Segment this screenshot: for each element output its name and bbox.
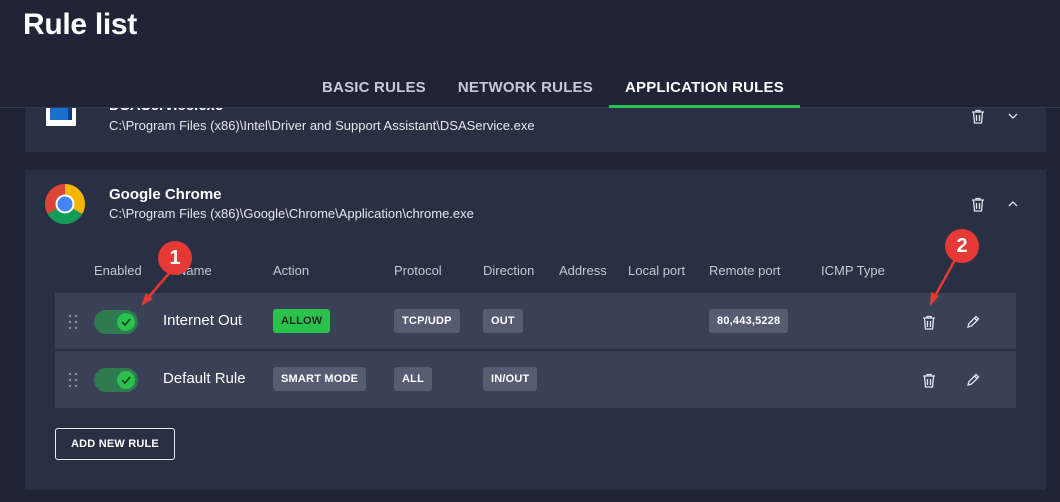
chevron-down-icon[interactable] [1003,106,1023,126]
drag-handle-icon[interactable] [67,372,79,388]
direction-badge[interactable]: OUT [483,309,523,333]
protocol-badge[interactable]: ALL [394,367,432,391]
app-path: C:\Program Files (x86)\Intel\Driver and … [109,118,535,133]
pencil-icon[interactable] [963,370,983,390]
check-icon [117,371,135,389]
column-header-remote-port: Remote port [709,263,781,278]
column-header-local-port: Local port [628,263,686,278]
trash-icon[interactable] [919,312,939,332]
trash-icon[interactable] [919,370,939,390]
app-card-chrome: Google Chrome C:\Program Files (x86)\Goo… [25,170,1046,490]
column-header-icmp-type: ICMP Type [821,263,885,278]
page-title: Rule list [23,8,137,41]
drag-handle-icon[interactable] [67,314,79,330]
annotation-marker-2: 2 [945,229,979,263]
chrome-icon [44,183,86,225]
direction-badge[interactable]: IN/OUT [483,367,538,391]
column-header-enabled: Enabled [94,263,142,278]
rule-row: Internet Out ALLOW TCP/UDP OUT 80,443,52… [55,293,1016,350]
column-header-protocol: Protocol [394,263,442,278]
column-header-action: Action [273,263,310,278]
trash-icon[interactable] [968,194,988,214]
action-badge[interactable]: SMART MODE [273,367,367,391]
app-name: Google Chrome [109,186,222,203]
tab-network-rules[interactable]: NETWORK RULES [442,78,609,108]
pencil-icon[interactable] [963,312,983,332]
add-new-rule-button[interactable]: ADD NEW RULE [55,428,175,460]
rule-row: Default Rule SMART MODE ALL IN/OUT [55,351,1016,408]
rule-name: Internet Out [163,312,243,329]
annotation-marker-1: 1 [158,241,192,275]
enabled-toggle[interactable] [94,310,138,334]
remote-port-badge[interactable]: 80,443,5228 [709,309,789,333]
rule-name: Default Rule [163,370,246,387]
check-icon [117,313,135,331]
trash-icon[interactable] [968,106,988,126]
header: Rule list BASIC RULES NETWORK RULES APPL… [0,0,1060,108]
enabled-toggle[interactable] [94,368,138,392]
tab-basic-rules[interactable]: BASIC RULES [306,78,442,108]
column-header-direction: Direction [483,263,535,278]
tab-bar: BASIC RULES NETWORK RULES APPLICATION RU… [306,78,800,108]
action-badge[interactable]: ALLOW [273,309,331,333]
protocol-badge[interactable]: TCP/UDP [394,309,460,333]
tab-application-rules[interactable]: APPLICATION RULES [608,78,800,108]
app-path: C:\Program Files (x86)\Google\Chrome\App… [109,206,474,221]
column-header-address: Address [559,263,607,278]
chevron-up-icon[interactable] [1003,194,1023,214]
